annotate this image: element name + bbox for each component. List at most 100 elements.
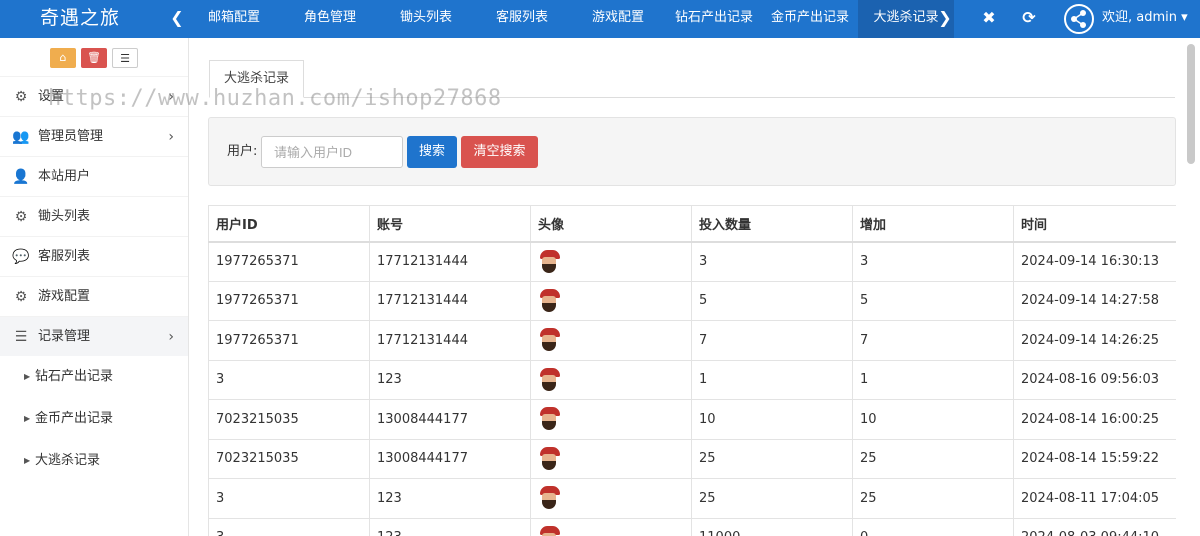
avatar xyxy=(538,288,560,313)
refresh-icon[interactable]: ⟳ xyxy=(1014,0,1044,38)
gear-icon: ⚙ xyxy=(14,209,28,225)
table-cell: 7 xyxy=(852,320,1014,361)
table-cell: 0 xyxy=(852,517,1014,536)
table-cell: 5 xyxy=(691,280,853,321)
table-row[interactable]: 3 123 25 25 2024-08-11 17:04:05 xyxy=(208,478,1176,519)
sidebar-item-label: 锄头列表 xyxy=(38,209,91,224)
table-cell: 3 xyxy=(691,241,853,282)
search-label: 用户: xyxy=(227,144,258,159)
table-cell: 2024-08-14 15:59:22 xyxy=(1013,438,1176,479)
sidebar-item[interactable]: ⚙ 设置 › xyxy=(0,76,188,116)
avatar-cell xyxy=(530,241,692,282)
avatar xyxy=(538,446,560,471)
table-row[interactable]: 7023215035 13008444177 25 25 2024-08-14 15:5… xyxy=(208,438,1176,479)
nav-tab[interactable]: 邮箱配置 xyxy=(186,0,282,38)
sidebar-item[interactable]: ⚙ 游戏配置 xyxy=(0,276,188,316)
table-cell: 3 xyxy=(208,359,370,400)
table-cell: 1977265371 xyxy=(208,320,370,361)
table-cell: 17712131444 xyxy=(369,320,531,361)
avatar-cell xyxy=(530,438,692,479)
sidebar-item-label: 游戏配置 xyxy=(38,289,91,304)
table-row[interactable]: 3123 1100002024-08-03 09:44:10 xyxy=(208,517,1176,536)
table-row[interactable]: 1977265371 17712131444 3 3 2024-09-14 16:30:… xyxy=(208,241,1176,282)
table-row[interactable]: 1977265371 17712131444 5 5 2024-09-14 14:27:… xyxy=(208,280,1176,321)
scrollbar[interactable] xyxy=(1187,44,1195,164)
avatar-cell xyxy=(530,359,692,400)
sidebar-item[interactable]: 👥 管理员管理 › xyxy=(0,116,188,156)
avatar-cell xyxy=(530,320,692,361)
column-header[interactable]: 账号 xyxy=(369,205,531,243)
app-title[interactable]: 奇遇之旅 xyxy=(0,0,160,38)
chevron-right-icon[interactable]: ❯ xyxy=(932,0,958,38)
table-cell: 2024-09-14 14:26:25 xyxy=(1013,320,1176,361)
column-header[interactable]: 投入数量 xyxy=(691,205,853,243)
nav-tab[interactable]: 客服列表 xyxy=(474,0,570,38)
table-cell: 3 xyxy=(852,241,1014,282)
share-icon[interactable] xyxy=(1064,4,1094,34)
chat-icon: 💬 xyxy=(12,249,30,265)
table-cell: 123 xyxy=(369,478,531,519)
table-row[interactable]: 1977265371 17712131444 7 7 2024-09-14 14:26:… xyxy=(208,320,1176,361)
table-cell: 2024-09-14 14:27:58 xyxy=(1013,280,1176,321)
avatar-cell xyxy=(530,478,692,519)
sidebar-subitem-label: 大逃杀记录 xyxy=(35,453,101,468)
table-cell: 13008444177 xyxy=(369,438,531,479)
table-cell: 3 xyxy=(208,517,370,536)
table-cell: 7 xyxy=(691,320,853,361)
tab-current[interactable]: 大逃杀记录 xyxy=(209,60,304,98)
nav-tab[interactable]: 角色管理 xyxy=(282,0,378,38)
caret-right-icon: ▶ xyxy=(24,456,31,465)
home-button[interactable]: ⌂ xyxy=(50,48,76,68)
avatar-cell xyxy=(530,280,692,321)
table-cell: 10 xyxy=(852,399,1014,440)
sidebar-subitem[interactable]: ▶ 钻石产出记录 xyxy=(0,356,188,398)
table-row[interactable]: 3 123 1 1 2024-08-16 09:56:03 xyxy=(208,359,1176,400)
table-cell: 2024-08-16 09:56:03 xyxy=(1013,359,1176,400)
table-cell: 17712131444 xyxy=(369,241,531,282)
table-cell: 11000 xyxy=(691,517,853,536)
sidebar-submenu: ▶ 钻石产出记录 ▶ 金币产出记录 ▶ 大逃杀记录 xyxy=(0,356,188,482)
sidebar-item[interactable]: ⚙ 锄头列表 xyxy=(0,196,188,236)
table-cell: 123 xyxy=(369,359,531,400)
chevron-right-icon: › xyxy=(168,89,174,105)
records-table-wrapper: 用户ID 账号 头像 投入数量 增加 时间 1977265371 17712131444 3 3… xyxy=(208,205,1176,536)
sidebar-item[interactable]: 👤 本站用户 xyxy=(0,156,188,196)
sidebar-item-label: 记录管理 xyxy=(38,329,91,344)
nav-tab[interactable]: 锄头列表 xyxy=(378,0,474,38)
clear-search-button[interactable]: 清空搜索 xyxy=(461,136,538,168)
column-header[interactable]: 头像 xyxy=(530,205,692,243)
column-header[interactable]: 用户ID xyxy=(208,205,370,243)
table-header-row: 用户ID 账号 头像 投入数量 增加 时间 xyxy=(208,205,1176,243)
caret-right-icon: ▶ xyxy=(24,372,31,381)
user-icon: 👤 xyxy=(12,169,30,185)
sidebar: ⌂ 🗑 ☰ ⚙ 设置 › 👥 管理员管理 › 👤 本站用户 ⚙ 锄头列表 💬 客服列表 ⚙ 游戏配置 ☰ 记录… xyxy=(0,38,189,536)
nav-tab[interactable]: 钻石产出记录 xyxy=(666,0,762,38)
records-table: 用户ID 账号 头像 投入数量 增加 时间 1977265371 17712131444 3 3… xyxy=(208,205,1176,536)
table-cell: 13008444177 xyxy=(369,399,531,440)
main-content: 大逃杀记录 用户: 搜索 清空搜索 用户ID账号头像投入数量增加时间 19772… xyxy=(189,38,1200,536)
avatar xyxy=(538,525,560,536)
nav-tab[interactable]: 金币产出记录 xyxy=(762,0,858,38)
sidebar-item-label: 设置 xyxy=(38,89,65,104)
close-icon[interactable]: ✖ xyxy=(974,0,1004,38)
delete-button[interactable]: 🗑 xyxy=(81,48,107,68)
sidebar-item[interactable]: 💬 客服列表 xyxy=(0,236,188,276)
table-cell: 25 xyxy=(852,438,1014,479)
sidebar-subitem[interactable]: ▶ 金币产出记录 xyxy=(0,398,188,440)
column-header[interactable]: 时间 xyxy=(1013,205,1176,243)
sidebar-subitem[interactable]: ▶ 大逃杀记录 xyxy=(0,440,188,482)
chevron-right-icon: › xyxy=(168,129,174,145)
sidebar-toolbar: ⌂ 🗑 ☰ xyxy=(0,38,188,76)
nav-tab[interactable]: 游戏配置 xyxy=(570,0,666,38)
user-menu[interactable]: 欢迎, admin ▾ xyxy=(1102,0,1188,38)
sidebar-menu: ⚙ 设置 › 👥 管理员管理 › 👤 本站用户 ⚙ 锄头列表 💬 客服列表 ⚙ 游戏配置 ☰ 记录管理 › xyxy=(0,76,188,356)
list-button[interactable]: ☰ xyxy=(112,48,138,68)
table-cell: 25 xyxy=(691,478,853,519)
chevron-right-icon: › xyxy=(168,329,174,345)
search-button[interactable]: 搜索 xyxy=(407,136,457,168)
column-header[interactable]: 增加 xyxy=(852,205,1014,243)
search-input[interactable] xyxy=(261,136,403,168)
table-row[interactable]: 7023215035 13008444177 10 10 2024-08-14 16:0… xyxy=(208,399,1176,440)
table-cell: 2024-08-03 09:44:10 xyxy=(1013,517,1176,536)
sidebar-item[interactable]: ☰ 记录管理 › xyxy=(0,316,188,356)
